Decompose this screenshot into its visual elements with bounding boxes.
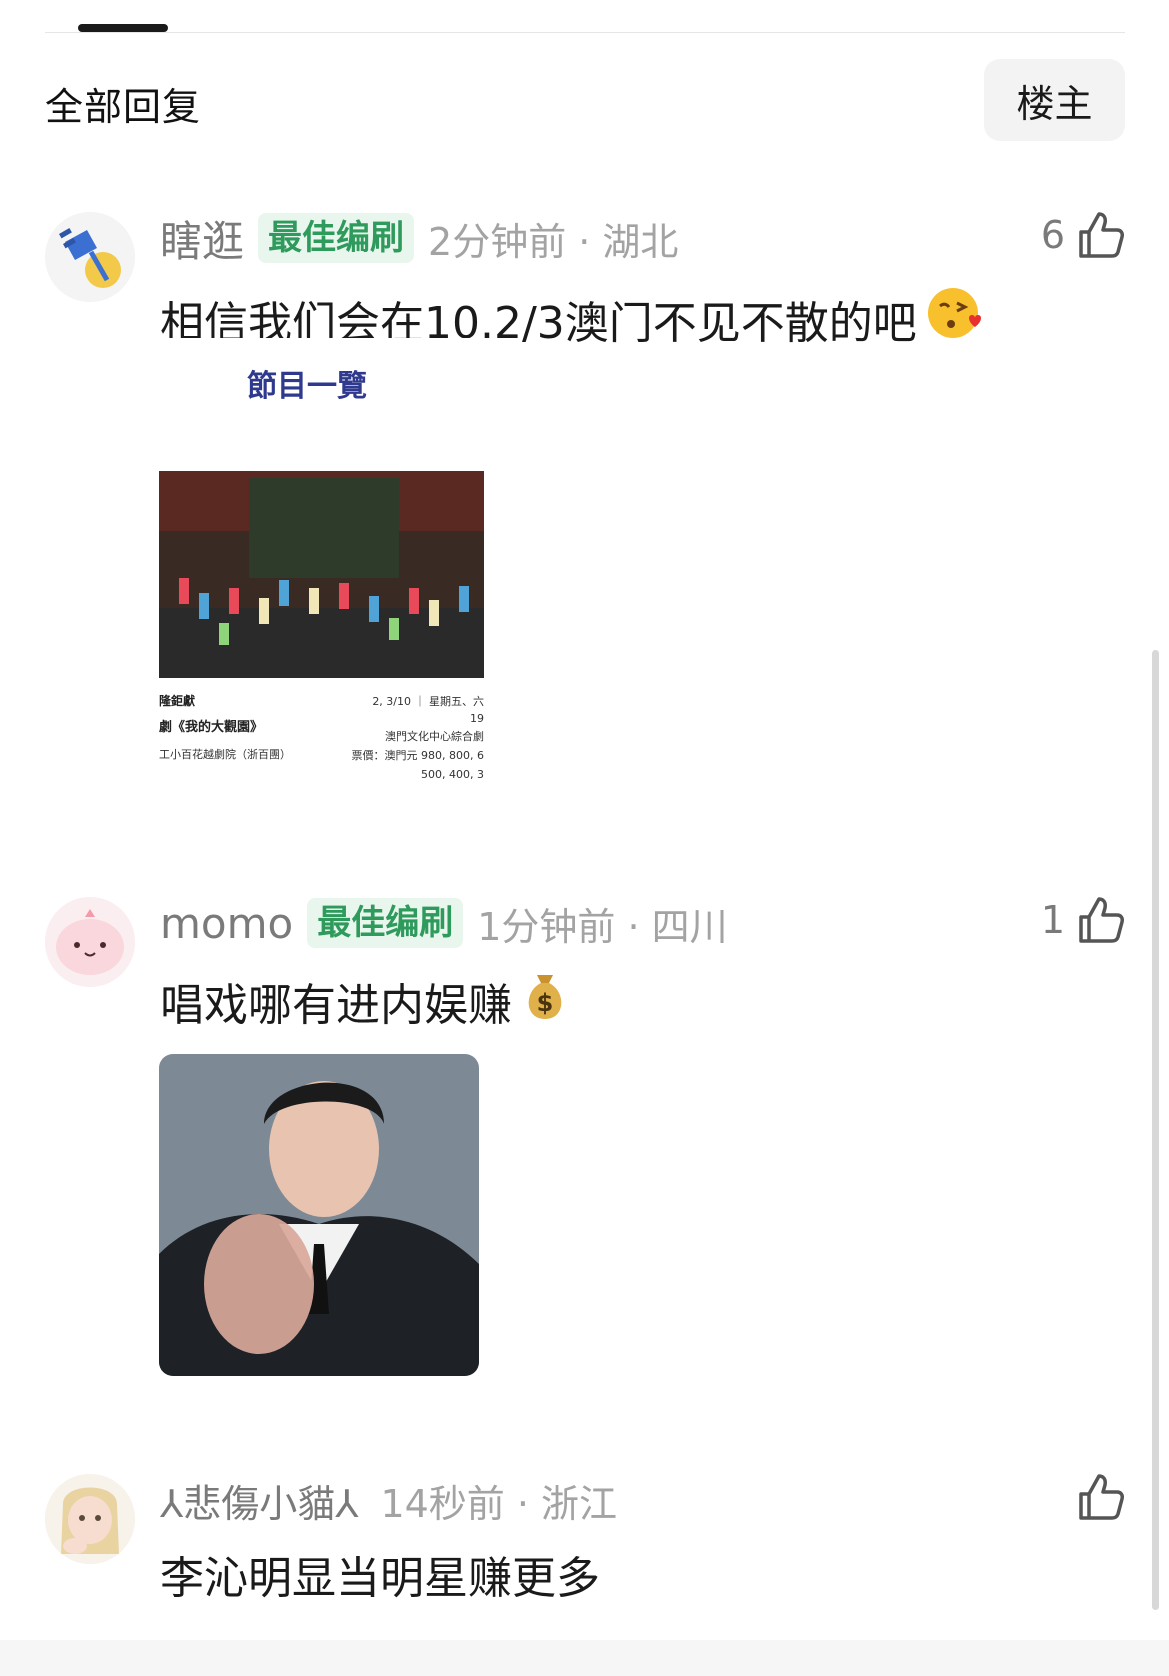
program-line: 票價：澳門元 980, 800, 6 xyxy=(352,748,484,762)
time-location: 2分钟前 · 湖北 xyxy=(428,219,679,264)
program-line: 澳門文化中心綜合劇 xyxy=(385,729,484,743)
page-title: 全部回复 xyxy=(45,85,202,129)
comment-meta: ⅄悲傷小貓⅄ 14秒前 · 浙江 xyxy=(160,1472,617,1528)
comment-text-content: 李沁明显当明星赚更多 xyxy=(160,1553,600,1604)
avatar[interactable] xyxy=(45,897,135,987)
program-line: 2, 3/10 ｜ 星期五、六 xyxy=(372,695,484,708)
top-divider xyxy=(45,32,1125,33)
like-count: 1 xyxy=(1040,898,1065,942)
scrollbar[interactable] xyxy=(1152,650,1159,1610)
comment-image[interactable]: 節目一覽 隆鉅獻 劇《我的大觀園》 工小百花越劇院（浙百團） 2, 3/10 ｜… xyxy=(159,338,489,808)
comment-text-content: 唱戏哪有进内娱赚 xyxy=(160,979,512,1031)
time-location: 14秒前 · 浙江 xyxy=(380,1481,618,1526)
like-button[interactable]: 1 xyxy=(1041,895,1125,945)
program-line: 隆鉅獻 xyxy=(159,693,195,708)
program-line: 工小百花越劇院（浙百團） xyxy=(159,747,291,761)
avatar-anime-girl-icon xyxy=(45,1474,135,1564)
comment-meta: momo 最佳编刷 1分钟前 · 四川 xyxy=(160,895,728,951)
tab-indicator xyxy=(78,24,168,32)
comment-text: 李沁明显当明星赚更多 xyxy=(160,1542,600,1606)
thumbs-up-icon xyxy=(1079,897,1124,943)
money-bag-icon: $ xyxy=(522,967,568,1034)
program-heading: 節目一覽 xyxy=(247,369,367,404)
avatar[interactable] xyxy=(45,212,135,302)
avatar[interactable] xyxy=(45,1474,135,1564)
time-location: 1分钟前 · 四川 xyxy=(477,904,728,949)
username[interactable]: 瞎逛 xyxy=(160,208,244,269)
program-line: 劇《我的大觀園》 xyxy=(159,719,263,735)
like-count: 6 xyxy=(1040,213,1065,257)
avatar-plug-icon xyxy=(45,212,135,302)
like-button[interactable]: 6 xyxy=(1041,210,1125,260)
status-badge: 最佳编刷 xyxy=(307,898,464,948)
face-blowing-kiss-icon xyxy=(927,286,985,351)
username[interactable]: ⅄悲傷小貓⅄ xyxy=(160,1473,358,1528)
thumbs-up-icon xyxy=(1079,212,1124,258)
username[interactable]: momo xyxy=(160,899,293,948)
like-button[interactable] xyxy=(1065,1472,1125,1522)
portrait-photo xyxy=(159,1054,479,1376)
owner-only-button[interactable]: 楼主 xyxy=(984,59,1125,141)
bottom-bar xyxy=(0,1640,1169,1676)
program-line: 500, 400, 3 xyxy=(421,768,484,781)
avatar-pink-creature-icon xyxy=(45,897,135,987)
thumbs-up-icon xyxy=(1079,1474,1124,1520)
comment-meta: 瞎逛 最佳编刷 2分钟前 · 湖北 xyxy=(160,210,678,266)
comment-text: 唱戏哪有进内娱赚 $ xyxy=(160,967,568,1034)
program-line: 19 xyxy=(470,712,484,725)
status-badge: 最佳编刷 xyxy=(258,213,415,263)
svg-text:$: $ xyxy=(537,989,554,1017)
comment-image[interactable] xyxy=(159,1054,479,1376)
